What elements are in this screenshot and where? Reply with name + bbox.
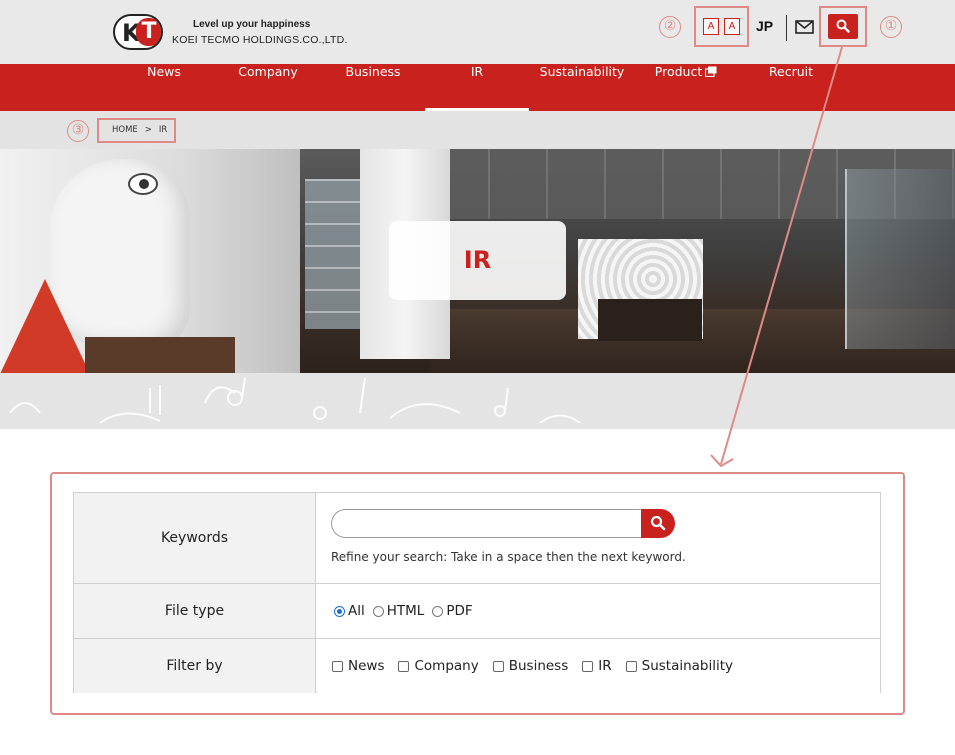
file-type-row: File type All HTML PDF [74, 584, 880, 639]
nav-item-product-label: Product [654, 64, 703, 79]
nav-item-recruit[interactable]: Recruit [739, 64, 843, 111]
filter-option-business[interactable]: Business [492, 658, 569, 674]
hero-desk-base [598, 299, 702, 341]
nav-item-company[interactable]: Company [216, 64, 320, 111]
file-type-label: File type [74, 584, 316, 638]
tagline: Level up your happiness [193, 19, 311, 30]
file-type-pdf-label: PDF [446, 603, 473, 619]
keywords-input[interactable] [331, 509, 643, 538]
hero-sculpture-eye [128, 173, 158, 195]
hero-bench [85, 337, 235, 373]
font-size-small-button[interactable]: A [703, 18, 719, 35]
decorative-band [0, 373, 955, 429]
company-name: KOEI TECMO HOLDINGS.CO.,LTD. [172, 34, 348, 46]
filter-business-label: Business [508, 658, 569, 674]
callout-number-2: ② [659, 16, 681, 38]
checkbox-company[interactable] [398, 660, 410, 672]
nav-item-business[interactable]: Business [321, 64, 425, 111]
radio-html[interactable] [372, 605, 384, 617]
callout-number-3: ③ [67, 120, 89, 142]
checkbox-sustainability[interactable] [625, 660, 637, 672]
filter-option-company[interactable]: Company [398, 658, 479, 674]
nav-item-sustainability[interactable]: Sustainability [530, 64, 634, 111]
breadcrumb-current: IR [158, 125, 168, 135]
external-window-icon [705, 66, 717, 77]
keywords-label: Keywords [74, 493, 316, 583]
nav-item-product[interactable]: Product [634, 64, 738, 111]
site-search-form: Keywords Refine your search: Take in a s… [73, 492, 881, 693]
keywords-row: Keywords Refine your search: Take in a s… [74, 493, 880, 584]
main-nav: News Company Business IR Sustainability … [0, 64, 955, 111]
filter-row: Filter by News Company Business IR Susta… [74, 639, 880, 693]
breadcrumb: HOME > IR [112, 125, 174, 135]
hero-red-sculpture [0, 279, 90, 373]
nav-item-news[interactable]: News [112, 64, 216, 111]
decorative-swirls [9, 377, 581, 424]
filter-news-label: News [348, 658, 385, 674]
filter-option-sustainability[interactable]: Sustainability [625, 658, 734, 674]
hero-shelf [305, 179, 363, 329]
keywords-cell: Refine your search: Take in a space then… [317, 493, 880, 583]
filter-option-ir[interactable]: IR [582, 658, 612, 674]
filter-sustainability-label: Sustainability [641, 658, 734, 674]
filter-company-label: Company [414, 658, 479, 674]
hero-glass-wall [845, 169, 955, 349]
filter-options: News Company Business IR Sustainability [332, 639, 747, 693]
keywords-search-button[interactable] [641, 509, 675, 538]
file-type-cell: All HTML PDF [317, 584, 880, 638]
file-type-html-label: HTML [386, 603, 425, 619]
file-type-option-html[interactable]: HTML [372, 603, 425, 619]
search-icon [650, 515, 666, 531]
callout-number-1: ① [880, 16, 902, 38]
filter-option-news[interactable]: News [332, 658, 384, 674]
filter-ir-label: IR [598, 658, 612, 674]
checkbox-business[interactable] [492, 660, 504, 672]
site-header: K T Level up your happiness KOEI TECMO H… [0, 0, 955, 64]
koei-tecmo-logo[interactable]: K T [113, 14, 163, 50]
nav-item-ir[interactable]: IR [425, 64, 529, 111]
logo-letter-t: T [136, 18, 161, 46]
file-type-all-label: All [348, 603, 365, 619]
file-type-option-pdf[interactable]: PDF [432, 603, 473, 619]
keywords-hint: Refine your search: Take in a space then… [331, 550, 686, 564]
file-type-options: All HTML PDF [334, 584, 481, 638]
checkbox-ir[interactable] [582, 660, 594, 672]
filter-cell: News Company Business IR Sustainability [317, 639, 880, 693]
radio-all[interactable] [334, 605, 345, 617]
breadcrumb-home-link[interactable]: HOME [112, 125, 138, 135]
language-switch-jp[interactable]: JP [756, 18, 773, 34]
font-size-large-button[interactable]: A [724, 18, 740, 35]
page-title: IR [389, 221, 566, 300]
header-divider [786, 15, 787, 41]
breadcrumb-separator: > [144, 125, 152, 135]
filter-label: Filter by [74, 639, 316, 693]
radio-pdf[interactable] [432, 605, 444, 617]
header-search-button[interactable] [828, 14, 858, 39]
file-type-option-all[interactable]: All [334, 603, 365, 619]
search-icon [836, 19, 850, 33]
checkbox-news[interactable] [332, 660, 343, 672]
mail-icon[interactable] [795, 20, 814, 34]
